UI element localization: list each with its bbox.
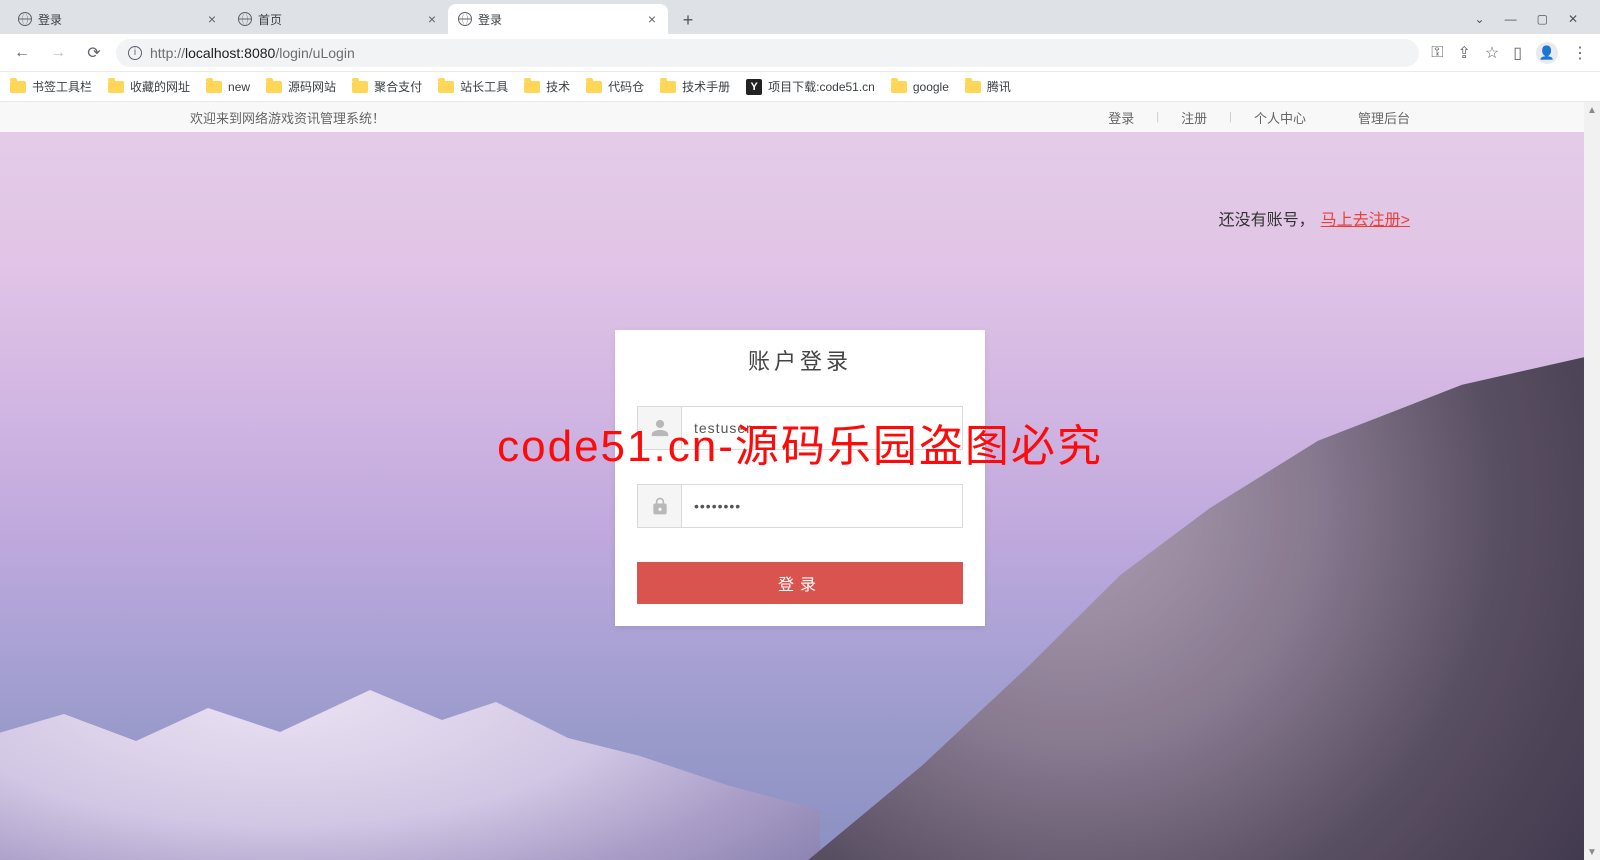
bookmark-item[interactable]: 站长工具	[438, 78, 508, 95]
bookmark-label: 项目下载:code51.cn	[768, 78, 875, 95]
top-link-profile[interactable]: 个人中心	[1254, 108, 1306, 127]
bookmark-item[interactable]: 书签工具栏	[10, 78, 92, 95]
window-controls: ⌄ — ▢ ✕	[1461, 4, 1592, 34]
bookmark-item[interactable]: 技术	[524, 78, 570, 95]
bookmark-label: 代码仓	[608, 78, 644, 95]
login-card: 账户登录 登录	[615, 330, 985, 626]
username-field-wrapper	[637, 406, 963, 450]
back-button[interactable]: ←	[8, 39, 36, 67]
tab-title: 登录	[478, 11, 640, 28]
globe-icon	[458, 12, 472, 26]
bookmark-item[interactable]: Y 项目下载:code51.cn	[746, 78, 875, 95]
folder-icon	[266, 81, 282, 93]
bookmark-label: 收藏的网址	[130, 78, 190, 95]
scroll-up-icon[interactable]: ▲	[1584, 102, 1600, 118]
browser-tab[interactable]: 登录 ×	[8, 4, 228, 34]
globe-icon	[238, 12, 252, 26]
close-icon[interactable]: ×	[426, 12, 438, 26]
profile-avatar[interactable]: 👤	[1536, 42, 1558, 64]
bookmark-label: 书签工具栏	[32, 78, 92, 95]
chevron-down-icon[interactable]: ⌄	[1475, 12, 1485, 26]
star-icon[interactable]: ☆	[1485, 43, 1499, 63]
minimize-icon[interactable]: —	[1505, 12, 1517, 26]
bookmark-item[interactable]: 源码网站	[266, 78, 336, 95]
bookmark-label: 源码网站	[288, 78, 336, 95]
bookmark-label: 站长工具	[460, 78, 508, 95]
bookmark-label: 聚合支付	[374, 78, 422, 95]
password-field-wrapper	[637, 484, 963, 528]
username-input[interactable]	[682, 407, 962, 449]
site-icon: Y	[746, 79, 762, 95]
register-link[interactable]: 马上去注册>	[1321, 206, 1410, 230]
lock-icon	[638, 485, 682, 527]
top-link-register[interactable]: 注册	[1181, 108, 1207, 127]
bookmark-label: 腾讯	[987, 78, 1011, 95]
vertical-scrollbar[interactable]: ▲ ▼	[1584, 102, 1600, 860]
folder-icon	[108, 81, 124, 93]
page-viewport: 欢迎来到网络游戏资讯管理系统！ 登录 | 注册 | 个人中心 管理后台 还没有账…	[0, 102, 1600, 860]
bookmark-label: 技术手册	[682, 78, 730, 95]
bookmark-label: google	[913, 80, 949, 94]
login-button[interactable]: 登录	[637, 562, 963, 604]
browser-tab-active[interactable]: 登录 ×	[448, 4, 668, 34]
bookmark-label: 技术	[546, 78, 570, 95]
bookmark-label: new	[228, 80, 250, 94]
url-text: http://localhost:8080/login/uLogin	[150, 45, 355, 61]
welcome-text: 欢迎来到网络游戏资讯管理系统！	[190, 108, 385, 127]
bookmark-item[interactable]: 腾讯	[965, 78, 1011, 95]
address-bar-row: ← → ⟳ i http://localhost:8080/login/uLog…	[0, 34, 1600, 72]
browser-tab[interactable]: 首页 ×	[228, 4, 448, 34]
folder-icon	[352, 81, 368, 93]
site-info-icon[interactable]: i	[128, 46, 142, 60]
new-tab-button[interactable]: +	[674, 6, 702, 34]
bookmark-item[interactable]: 聚合支付	[352, 78, 422, 95]
folder-icon	[438, 81, 454, 93]
divider: |	[1156, 111, 1159, 123]
top-link-admin[interactable]: 管理后台	[1358, 108, 1410, 127]
scroll-down-icon[interactable]: ▼	[1584, 844, 1600, 860]
folder-icon	[586, 81, 602, 93]
share-icon[interactable]: ⇪	[1457, 43, 1470, 63]
bookmark-item[interactable]: 代码仓	[586, 78, 644, 95]
register-hint-prefix: 还没有账号，	[1219, 206, 1315, 230]
bookmarks-bar: 书签工具栏 收藏的网址 new 源码网站 聚合支付 站长工具 技术 代码仓 技术手册 Y 项目下载:…	[0, 72, 1600, 102]
browser-tab-strip: 登录 × 首页 × 登录 × + ⌄ — ▢ ✕ ← → ⟳ i http://…	[0, 0, 1600, 102]
window-close-icon[interactable]: ✕	[1568, 12, 1578, 26]
address-bar[interactable]: i http://localhost:8080/login/uLogin	[116, 39, 1419, 67]
login-heading: 账户登录	[637, 344, 963, 376]
bookmark-item[interactable]: 收藏的网址	[108, 78, 190, 95]
user-icon	[638, 407, 682, 449]
password-input[interactable]	[682, 485, 962, 527]
close-icon[interactable]: ×	[206, 12, 218, 26]
globe-icon	[18, 12, 32, 26]
tab-title: 登录	[38, 11, 200, 28]
bookmark-item[interactable]: 技术手册	[660, 78, 730, 95]
tab-title: 首页	[258, 11, 420, 28]
hero-background: 还没有账号， 马上去注册> 账户登录 登录 code51.cn-源码乐园盗图必究	[0, 132, 1600, 860]
reload-button[interactable]: ⟳	[80, 39, 108, 67]
key-icon[interactable]: ⚿	[1431, 44, 1443, 62]
close-icon[interactable]: ×	[646, 12, 658, 26]
top-link-login[interactable]: 登录	[1108, 108, 1134, 127]
forward-button[interactable]: →	[44, 39, 72, 67]
folder-icon	[206, 81, 222, 93]
divider: |	[1229, 111, 1232, 123]
site-top-bar: 欢迎来到网络游戏资讯管理系统！ 登录 | 注册 | 个人中心 管理后台	[0, 102, 1600, 132]
bookmark-item[interactable]: google	[891, 80, 949, 94]
register-hint: 还没有账号， 马上去注册>	[1219, 206, 1410, 230]
kebab-menu-icon[interactable]: ⋮	[1572, 43, 1588, 63]
folder-icon	[524, 81, 540, 93]
maximize-icon[interactable]: ▢	[1537, 12, 1548, 26]
panel-icon[interactable]: ▯	[1513, 43, 1522, 63]
folder-icon	[965, 81, 981, 93]
folder-icon	[660, 81, 676, 93]
folder-icon	[891, 81, 907, 93]
folder-icon	[10, 81, 26, 93]
bookmark-item[interactable]: new	[206, 80, 250, 94]
